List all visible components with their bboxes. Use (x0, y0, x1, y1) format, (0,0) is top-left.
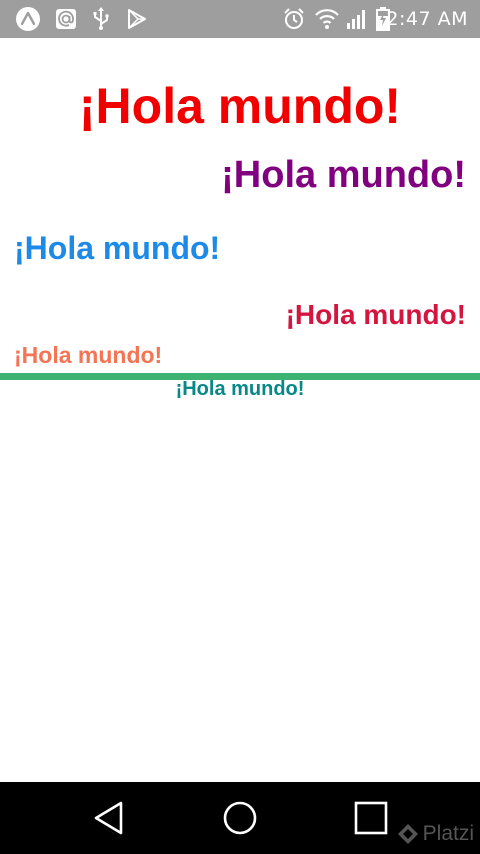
play-store-icon (124, 0, 150, 38)
home-icon (223, 801, 257, 835)
at-sign-icon (54, 0, 78, 38)
signal-icon (344, 0, 368, 38)
wifi-icon (314, 0, 340, 38)
back-icon (94, 801, 123, 835)
expo-icon (14, 0, 42, 38)
alarm-icon (282, 0, 306, 38)
recents-icon (354, 801, 388, 835)
platzi-watermark: Platzi (396, 822, 474, 846)
navigation-bar: Platzi (0, 782, 480, 854)
hello-heading-4: ¡Hola mundo! (285, 299, 466, 330)
status-time: 2:47 AM (386, 8, 468, 30)
green-divider (0, 373, 480, 380)
usb-icon (90, 0, 112, 38)
back-button[interactable] (64, 782, 154, 854)
watermark-text: Platzi (422, 822, 474, 845)
hello-heading-2: ¡Hola mundo! (221, 154, 466, 196)
platzi-logo-icon (397, 824, 418, 844)
hello-heading-5: ¡Hola mundo! (14, 342, 163, 368)
home-button[interactable] (195, 782, 285, 854)
hello-heading-3: ¡Hola mundo! (14, 230, 221, 266)
hello-heading-1: ¡Hola mundo! (78, 78, 402, 134)
status-bar: 2:47 AM (0, 0, 480, 38)
